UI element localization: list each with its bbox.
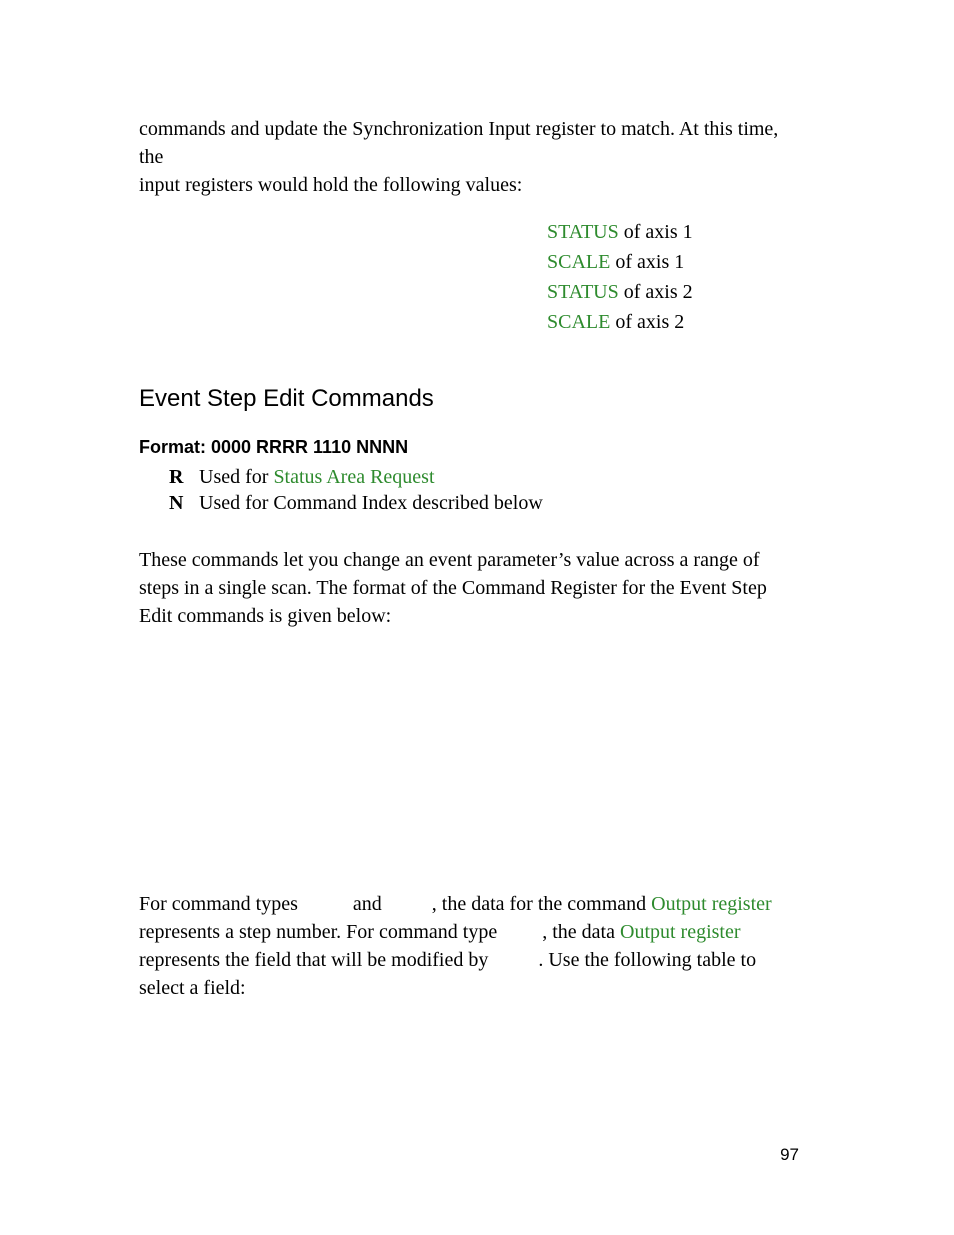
register-text: of axis 2 xyxy=(610,311,684,333)
status-area-request-link[interactable]: Status Area Request xyxy=(273,466,434,488)
definition-row-r: R Used for Status Area Request xyxy=(169,464,799,490)
def-letter-r: R xyxy=(169,464,199,490)
output-register-link[interactable]: Output register xyxy=(651,893,772,915)
p2-gap3 xyxy=(502,921,542,943)
output-register-link[interactable]: Output register xyxy=(620,921,741,943)
def-text-n: Used for Command Index described below xyxy=(199,490,543,516)
format-heading: Format: 0000 RRRR 1110 NNNN xyxy=(139,437,799,458)
register-text: of axis 1 xyxy=(619,221,693,243)
description-paragraph: These commands let you change an event p… xyxy=(139,546,799,630)
status-link[interactable]: STATUS xyxy=(547,221,619,243)
p2-t6: represents the field that will be modifi… xyxy=(139,949,493,971)
def-r-pre: Used for xyxy=(199,466,273,488)
p2-gap4 xyxy=(493,949,538,971)
command-types-paragraph: For command types and , the data for the… xyxy=(139,890,799,1002)
def-text-r: Used for Status Area Request xyxy=(199,464,435,490)
p2-t3: , the data for the command xyxy=(432,893,651,915)
p2-t4: represents a step number. For command ty… xyxy=(139,921,502,943)
intro-paragraph: commands and update the Synchronization … xyxy=(139,115,799,199)
scale-link[interactable]: SCALE xyxy=(547,311,610,333)
p2-t1: For command types xyxy=(139,893,303,915)
definition-row-n: N Used for Command Index described below xyxy=(169,490,799,516)
p2-gap1 xyxy=(303,893,353,915)
register-row: SCALE of axis 2 xyxy=(547,307,799,337)
register-row: SCALE of axis 1 xyxy=(547,247,799,277)
register-row: STATUS of axis 2 xyxy=(547,277,799,307)
register-text: of axis 1 xyxy=(610,251,684,273)
intro-line-2: input registers would hold the following… xyxy=(139,174,522,196)
intro-line-1: commands and update the Synchronization … xyxy=(139,118,778,168)
page-number: 97 xyxy=(780,1145,799,1165)
register-text: of axis 2 xyxy=(619,281,693,303)
scale-link[interactable]: SCALE xyxy=(547,251,610,273)
def-letter-n: N xyxy=(169,490,199,516)
p2-t5: , the data xyxy=(542,921,620,943)
definition-list: R Used for Status Area Request N Used fo… xyxy=(169,464,799,516)
status-link[interactable]: STATUS xyxy=(547,281,619,303)
p2-gap2 xyxy=(382,893,432,915)
register-row: STATUS of axis 1 xyxy=(547,217,799,247)
section-heading: Event Step Edit Commands xyxy=(139,385,799,413)
register-list: STATUS of axis 1 SCALE of axis 1 STATUS … xyxy=(547,217,799,337)
page: commands and update the Synchronization … xyxy=(0,0,954,1235)
p2-t2: and xyxy=(353,893,382,915)
